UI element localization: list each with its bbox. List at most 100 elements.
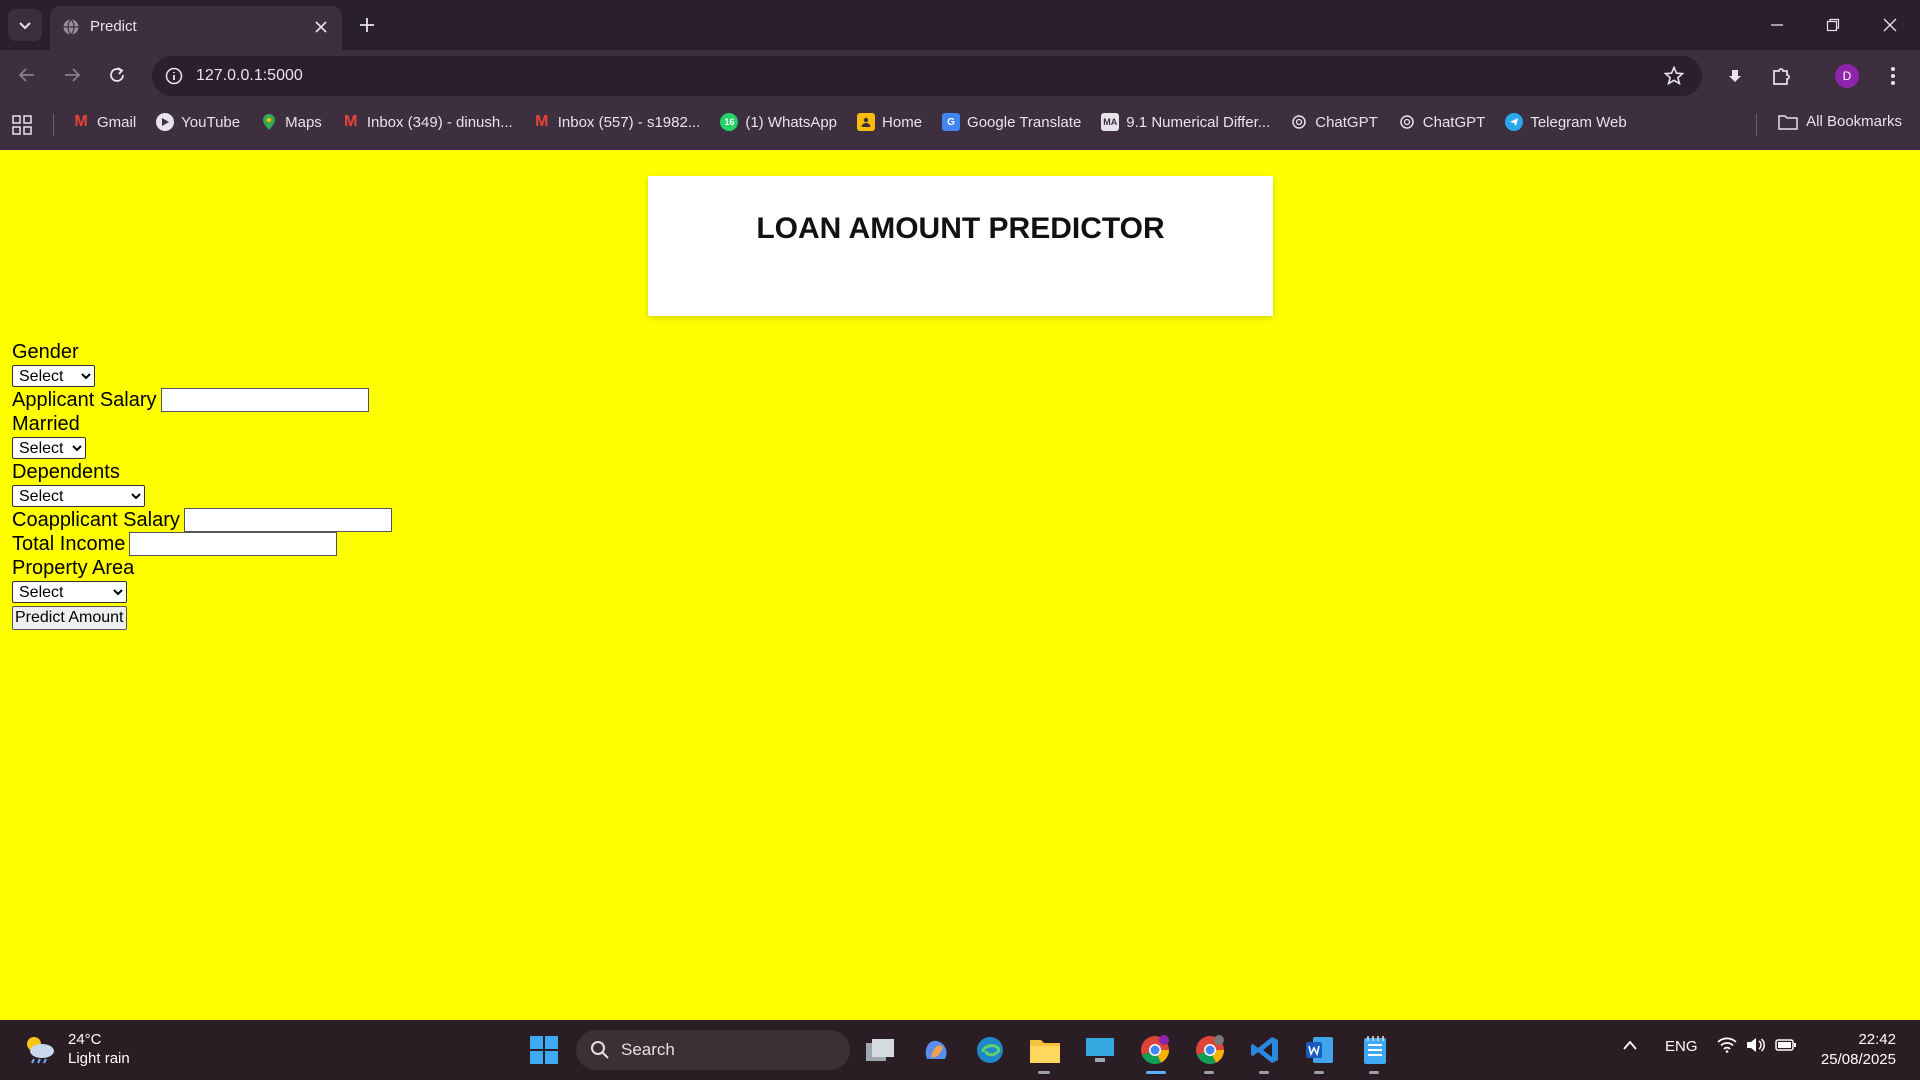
weather-temperature: 24°C [68,1031,102,1048]
monitor-icon [1086,1038,1114,1062]
browser-menu-button[interactable] [1880,63,1906,89]
bookmark-whatsapp[interactable]: 16 (1) WhatsApp [720,113,837,131]
chrome-button[interactable] [1137,1032,1173,1068]
running-indicator [1259,1071,1269,1074]
puzzle-icon [1773,68,1790,85]
download-button[interactable] [1722,63,1748,89]
language-indicator[interactable]: ENG [1665,1038,1698,1055]
predict-amount-button[interactable]: Predict Amount [12,606,127,630]
notepad-icon [1364,1036,1386,1064]
married-select[interactable]: Select [12,437,86,459]
bookmark-star-button[interactable] [1662,64,1686,88]
battery-icon[interactable] [1775,1037,1797,1057]
total-income-label: Total Income [12,533,126,555]
site-info-icon[interactable] [162,64,186,88]
search-icon [591,1041,609,1059]
bookmark-youtube[interactable]: YouTube [156,113,240,131]
extensions-button[interactable] [1769,63,1795,89]
copilot-button[interactable] [918,1032,954,1068]
profile-avatar[interactable]: D [1835,64,1859,88]
minimize-button[interactable] [1757,8,1797,42]
plus-icon [360,18,374,32]
close-window-button[interactable] [1870,8,1910,42]
battery-charging-icon [1775,1039,1796,1051]
weather-widget[interactable]: 24°C Light rain [22,1030,130,1068]
bookmark-numerical-diff[interactable]: MA 9.1 Numerical Differ... [1101,113,1270,131]
tab-predict[interactable]: Predict [50,6,342,50]
reload-button[interactable] [101,59,133,91]
bookmark-inbox-557[interactable]: M Inbox (557) - s1982... [533,113,701,131]
coapplicant-salary-input[interactable] [183,508,392,532]
gmail-icon: M [344,113,358,130]
task-view-button[interactable] [862,1032,898,1068]
remote-desktop-button[interactable] [1082,1032,1118,1068]
property-area-select[interactable]: Select [12,581,127,603]
bookmark-maps[interactable]: Maps [260,113,322,131]
restore-icon [1826,18,1840,32]
applicant-salary-label: Applicant Salary [12,389,157,411]
address-bar[interactable]: 127.0.0.1:5000 [152,56,1702,96]
clock-date: 25/08/2025 [1820,1051,1896,1068]
bookmark-label: Inbox (557) - s1982... [557,113,701,131]
url-text[interactable]: 127.0.0.1:5000 [196,67,303,85]
total-income-input[interactable] [129,532,338,556]
all-bookmarks-button[interactable]: All Bookmarks [1778,113,1902,130]
page-title: LOAN AMOUNT PREDICTOR [756,212,1165,245]
file-explorer-button[interactable] [1027,1032,1063,1068]
dependents-select[interactable]: Select [12,485,145,507]
forward-button[interactable] [56,59,88,91]
vscode-button[interactable] [1247,1032,1283,1068]
tab-title: Predict [90,18,137,35]
word-button[interactable] [1302,1032,1338,1068]
wifi-icon[interactable] [1717,1037,1737,1057]
tab-search-button[interactable] [8,9,42,41]
running-indicator [1038,1071,1050,1074]
weather-description: Light rain [68,1050,130,1067]
running-indicator [1204,1071,1214,1074]
notepad-button[interactable] [1357,1032,1393,1068]
bookmark-telegram[interactable]: Telegram Web [1505,113,1627,131]
chrome-profile-button[interactable] [1192,1032,1228,1068]
bookmark-google-translate[interactable]: G Google Translate [942,113,1081,131]
bookmarks-separator [1756,114,1757,136]
telegram-icon [1505,113,1524,131]
bookmark-gmail[interactable]: M Gmail [72,113,136,131]
bookmark-label: YouTube [181,113,241,131]
show-hidden-icons-button[interactable] [1622,1038,1638,1055]
home-icon [857,113,876,131]
edge-button[interactable] [972,1032,1008,1068]
close-icon [315,21,327,33]
gender-select[interactable]: Select [12,365,95,387]
bookmark-label: Gmail [97,113,137,131]
property-area-label: Property Area [12,557,135,579]
bookmark-inbox-349[interactable]: M Inbox (349) - dinush... [342,113,513,131]
arrow-right-icon [65,68,81,82]
reload-icon [110,67,124,82]
applicant-salary-input[interactable] [160,388,369,412]
clock-time: 22:42 [1858,1031,1896,1048]
apps-grid-icon[interactable] [12,115,32,135]
bookmark-home[interactable]: Home [857,113,922,131]
back-button[interactable] [11,59,43,91]
bookmark-label: Inbox (349) - dinush... [366,113,513,131]
bookmark-list: M Gmail YouTube Maps M Inbox (349) - dinus… [72,113,1627,131]
document-icon: MA [1101,113,1120,131]
married-label: Married [12,413,80,435]
volume-icon[interactable] [1746,1037,1766,1057]
new-tab-button[interactable] [352,10,382,40]
system-clock[interactable]: 22:42 25/08/2025 [1821,1030,1896,1070]
copilot-icon [925,1040,947,1059]
restore-button[interactable] [1813,8,1853,42]
windows-logo-icon [530,1036,558,1064]
bookmark-chatgpt-1[interactable]: ChatGPT [1290,113,1378,131]
task-view-icon [866,1039,894,1061]
bookmark-chatgpt-2[interactable]: ChatGPT [1398,113,1485,131]
taskbar-search[interactable]: Search [576,1030,850,1070]
bookmark-label: Telegram Web [1530,113,1627,131]
chatgpt-icon [1290,113,1308,131]
gmail-icon: M [535,113,549,130]
start-button[interactable] [526,1032,562,1068]
bookmark-label: Google Translate [967,113,1082,131]
chrome-icon [1196,1035,1224,1064]
tab-close-button[interactable] [310,16,332,38]
